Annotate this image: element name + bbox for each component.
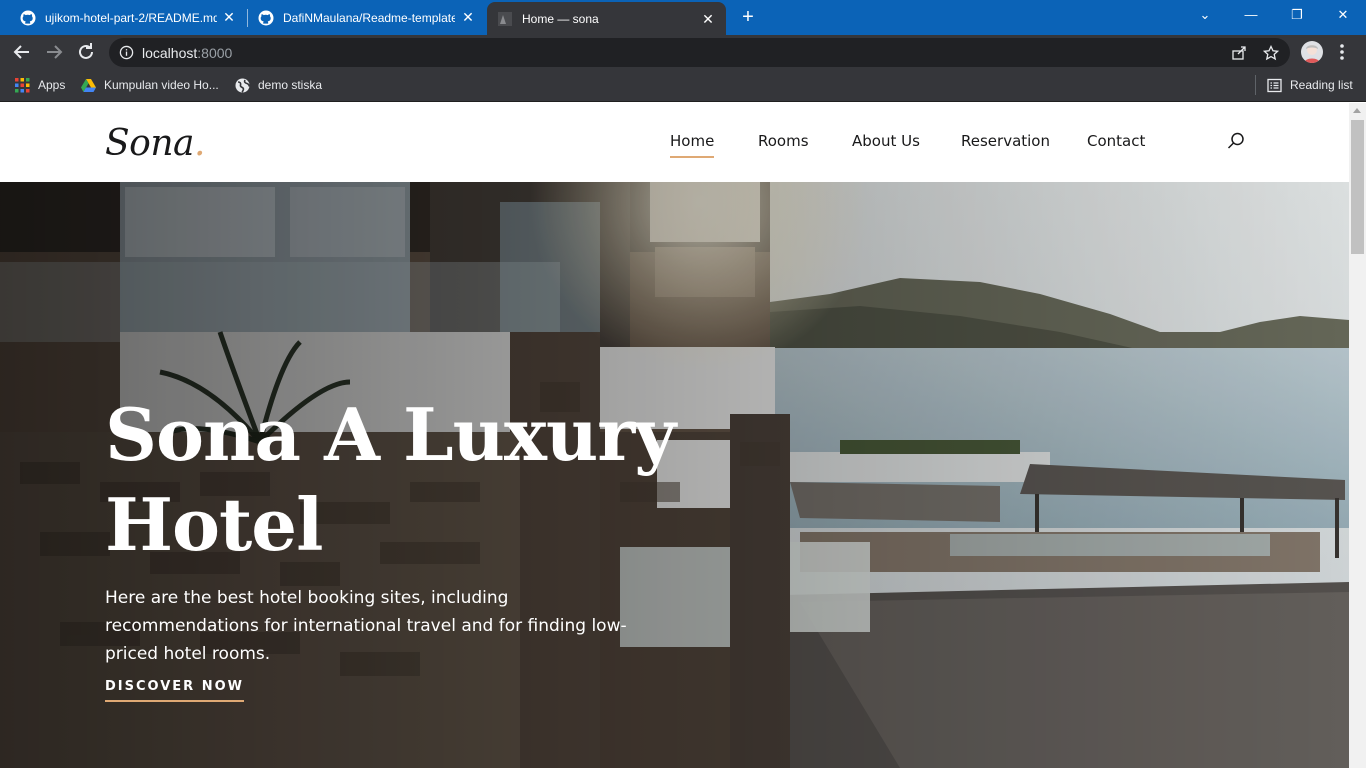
- nav-about-us[interactable]: About Us: [852, 132, 920, 150]
- reading-list-label: Reading list: [1290, 78, 1353, 92]
- hero-title: Sona A Luxury Hotel: [105, 390, 745, 570]
- tab-strip: ujikom-hotel-part-2/README.md ✕ DafiNMau…: [0, 0, 1366, 35]
- close-tab-icon[interactable]: ✕: [460, 9, 476, 25]
- back-icon[interactable]: [10, 40, 34, 64]
- bookmark-label: demo stiska: [258, 78, 323, 92]
- url-host: localhost: [142, 45, 198, 61]
- scroll-up-arrow-icon[interactable]: [1353, 108, 1361, 113]
- tab-title: Home — sona: [522, 11, 599, 26]
- avatar-icon: [1304, 45, 1320, 63]
- restore-button[interactable]: ❐: [1274, 0, 1320, 30]
- nav-label: Rooms: [758, 132, 809, 150]
- reading-list-icon: [1267, 78, 1282, 92]
- google-drive-icon: [81, 78, 96, 92]
- reload-icon[interactable]: [74, 40, 98, 64]
- nav-contact[interactable]: Contact: [1087, 132, 1145, 150]
- tab-search-icon[interactable]: ⌄: [1182, 0, 1228, 30]
- globe-icon: [235, 78, 250, 93]
- site-favicon: [498, 11, 512, 26]
- github-icon: [20, 10, 36, 25]
- tab-title: ujikom-hotel-part-2/README.md: [45, 10, 217, 25]
- hero-subtitle: Here are the best hotel booking sites, i…: [105, 588, 627, 664]
- bookmark-star-icon[interactable]: [1263, 45, 1279, 61]
- bookmark-separator: [1255, 75, 1256, 95]
- site-header: Sona. Home Rooms About Us Reservation Co…: [0, 103, 1349, 182]
- hero-title-line1: Sona A Luxury: [105, 392, 676, 477]
- profile-avatar[interactable]: [1301, 41, 1323, 63]
- nav-label: Contact: [1087, 132, 1146, 150]
- logo-dot: .: [193, 123, 205, 164]
- nav-label: Home: [670, 132, 715, 150]
- url-text: localhost:8000: [142, 45, 232, 61]
- page-viewport: Sona. Home Rooms About Us Reservation Co…: [0, 103, 1349, 768]
- site-logo[interactable]: Sona.: [105, 123, 205, 164]
- address-bar[interactable]: localhost:8000: [109, 38, 1290, 67]
- hero-section: Sona A Luxury Hotel Here are the best hot…: [0, 182, 1349, 768]
- hero-title-line2: Hotel: [105, 482, 323, 567]
- nav-label: About Us: [852, 132, 920, 150]
- tab-home-sona[interactable]: Home — sona ✕: [487, 2, 726, 35]
- share-icon[interactable]: [1231, 45, 1247, 61]
- search-icon[interactable]: [1226, 131, 1246, 151]
- minimize-button[interactable]: —: [1228, 0, 1274, 30]
- tab-title: DafiNMaulana/Readme-template: [283, 10, 455, 25]
- apps-grid-icon: [15, 77, 30, 92]
- logo-text: Sona: [105, 123, 194, 164]
- forward-icon[interactable]: [42, 40, 66, 64]
- close-tab-icon[interactable]: ✕: [221, 9, 237, 25]
- bookmark-label: Apps: [38, 78, 66, 92]
- close-window-button[interactable]: ✕: [1320, 0, 1366, 30]
- tab-readme-ujikom[interactable]: ujikom-hotel-part-2/README.md ✕: [0, 0, 247, 35]
- url-port: :8000: [197, 45, 233, 61]
- discover-now-button[interactable]: DISCOVER NOW: [105, 679, 244, 702]
- bookmark-label: Kumpulan video Ho...: [104, 78, 219, 92]
- bookmarks-bar: Apps Kumpulan video Ho... demo stiska Re…: [0, 69, 1366, 102]
- github-icon: [258, 10, 274, 25]
- site-info-icon[interactable]: [119, 45, 134, 60]
- nav-label: Reservation: [961, 132, 1050, 150]
- nav-home[interactable]: Home: [670, 132, 715, 158]
- bookmark-demo-stiska[interactable]: demo stiska: [235, 76, 322, 94]
- page-scrollbar[interactable]: [1349, 103, 1366, 768]
- browser-toolbar: localhost:8000: [0, 35, 1366, 69]
- bookmark-apps[interactable]: Apps: [15, 76, 65, 94]
- close-tab-icon[interactable]: ✕: [700, 11, 716, 27]
- scrollbar-thumb[interactable]: [1351, 120, 1364, 254]
- menu-dots-icon[interactable]: [1336, 41, 1348, 63]
- reading-list-button[interactable]: Reading list: [1267, 76, 1353, 94]
- nav-rooms[interactable]: Rooms: [758, 132, 809, 150]
- nav-reservation[interactable]: Reservation: [961, 132, 1050, 150]
- bookmark-kumpulan-video[interactable]: Kumpulan video Ho...: [81, 76, 219, 94]
- tab-readme-template[interactable]: DafiNMaulana/Readme-template ✕: [238, 0, 486, 35]
- new-tab-button[interactable]: +: [737, 6, 759, 28]
